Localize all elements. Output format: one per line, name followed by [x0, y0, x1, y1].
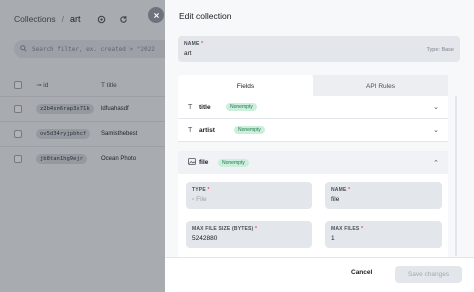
field-name: file: [199, 159, 209, 166]
close-icon: [153, 12, 159, 18]
panel-title: Edit collection: [179, 11, 232, 21]
field-name: artist: [199, 126, 215, 134]
chevron-up-icon[interactable]: ⌃: [433, 159, 439, 167]
chevron-down-icon[interactable]: ⌄: [433, 126, 439, 134]
max-file-size-input[interactable]: MAX FILE SIZE (BYTES) * 5242880: [186, 221, 312, 248]
max-files-value: 1: [331, 235, 335, 242]
field-type-select[interactable]: TYPE * ▫ File: [186, 182, 312, 209]
max-files-input[interactable]: MAX FILES * 1: [325, 221, 442, 248]
nonempty-badge: Nonempty: [234, 126, 265, 134]
tab-api-rules[interactable]: API Rules: [313, 75, 448, 97]
field-name: title: [199, 103, 211, 111]
scrollbar[interactable]: [455, 96, 457, 256]
field-row-file[interactable]: file Nonempty ⌃: [178, 151, 448, 174]
field-name-input[interactable]: NAME * file: [325, 182, 442, 209]
tab-fields[interactable]: Fields: [178, 75, 313, 97]
panel-footer: Cancel Save changes: [165, 257, 474, 292]
collection-name-field[interactable]: NAME * art Type: Base: [178, 36, 460, 62]
image-icon: [188, 158, 196, 167]
close-panel-button[interactable]: [148, 7, 164, 23]
field-row-artist[interactable]: T artist Nonempty ⌄: [178, 119, 448, 142]
nonempty-badge: Nonempty: [218, 158, 249, 167]
file-field-options: TYPE * ▫ File NAME * file MAX FILE SIZE …: [178, 174, 448, 257]
chevron-down-icon[interactable]: ⌄: [433, 103, 439, 111]
panel-tabs: Fields API Rules: [178, 75, 448, 97]
edit-collection-panel: Edit collection NAME * art Type: Base Fi…: [165, 0, 474, 292]
name-label: NAME *: [184, 41, 204, 47]
max-size-value: 5242880: [192, 235, 218, 242]
field-row-title[interactable]: T title Nonempty ⌄: [178, 96, 448, 119]
save-changes-button[interactable]: Save changes: [395, 266, 462, 283]
text-field-icon: T: [188, 103, 193, 111]
name-value: art: [184, 50, 192, 57]
type-value: File: [196, 196, 207, 203]
collection-type-tag: Type: Base: [426, 47, 454, 53]
name-value: file: [331, 196, 340, 203]
nonempty-badge: Nonempty: [226, 103, 257, 111]
cancel-button[interactable]: Cancel: [351, 269, 372, 276]
text-field-icon: T: [188, 126, 193, 134]
